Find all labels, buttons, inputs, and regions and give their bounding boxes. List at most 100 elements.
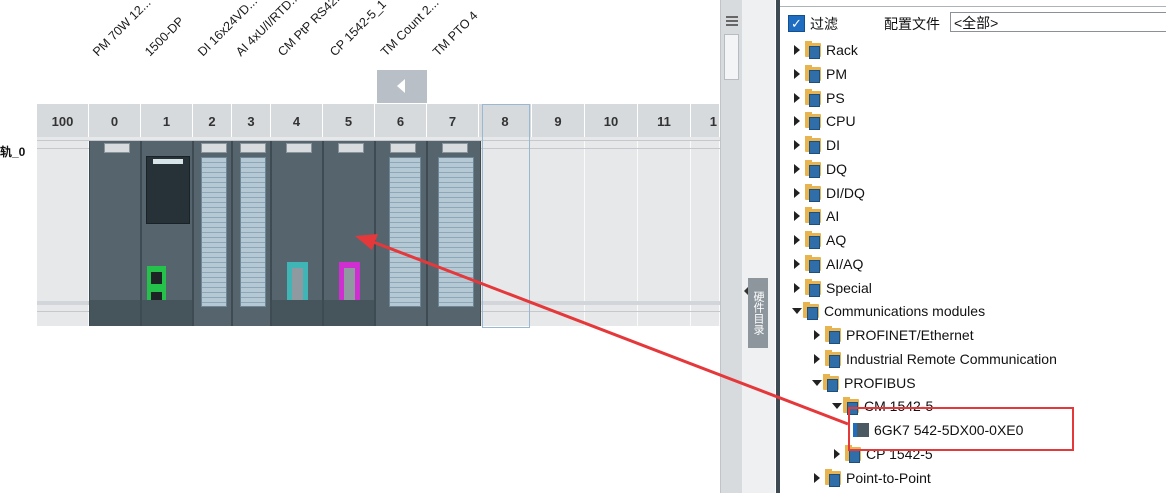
slot-header[interactable]: 100 (37, 104, 89, 137)
slot-header[interactable]: 11 (638, 104, 691, 137)
tree-item-label: PS (826, 90, 845, 106)
expand-arrow-icon[interactable] (794, 140, 800, 150)
slot-header[interactable]: 1 (141, 104, 193, 137)
folder-icon (823, 374, 839, 392)
folder-icon (805, 184, 821, 202)
module-base (324, 300, 374, 326)
device-view: PM 70W 12... 1500-DP DI 16x24VD... AI 4x… (0, 0, 720, 493)
expand-arrow-icon[interactable] (814, 354, 820, 364)
module-pm[interactable] (89, 141, 141, 326)
tree-item-label: Communications modules (824, 303, 986, 319)
empty-slot[interactable] (585, 141, 638, 326)
module-tab (338, 143, 364, 153)
slot-header[interactable]: 9 (532, 104, 585, 137)
folder-icon (805, 255, 821, 273)
module-tm-pto[interactable] (427, 141, 481, 326)
expand-arrow-icon[interactable] (794, 188, 800, 198)
slot-header[interactable]: 0 (89, 104, 141, 137)
expand-arrow-icon[interactable] (814, 473, 820, 483)
terminal-block (201, 157, 227, 307)
tree-item-label: DI (826, 137, 840, 153)
module-label-tm-pto: TM PTO 4 (430, 8, 481, 59)
slot-header[interactable]: 5 (323, 104, 375, 137)
module-tab (442, 143, 468, 153)
expand-arrow-icon[interactable] (794, 45, 800, 55)
expand-arrow-icon[interactable] (794, 164, 800, 174)
module-tab (240, 143, 266, 153)
tree-item-label: AQ (826, 232, 847, 248)
brand-strip (153, 159, 183, 164)
expand-arrow-icon[interactable] (794, 235, 800, 245)
expand-arrow-icon[interactable] (794, 259, 800, 269)
selected-slot-outline[interactable] (482, 104, 530, 328)
tree-item-label: PROFIBUS (844, 375, 916, 391)
module-base (272, 300, 322, 326)
slot-header[interactable]: 10 (585, 104, 638, 137)
tree-item-label: Special (826, 280, 872, 296)
empty-slot[interactable] (638, 141, 691, 326)
module-cp[interactable] (323, 141, 375, 326)
scroll-left-button[interactable] (377, 70, 427, 103)
slot-header[interactable]: 3 (232, 104, 271, 137)
folder-icon (805, 160, 821, 178)
folder-icon (803, 302, 819, 320)
task-card-strip (742, 0, 775, 493)
slot-header[interactable]: 1 (691, 104, 720, 137)
slot-header[interactable]: 6 (375, 104, 427, 137)
module-tab (286, 143, 312, 153)
expand-arrow-icon[interactable] (794, 211, 800, 221)
folder-icon (805, 41, 821, 59)
menu-icon[interactable] (726, 16, 738, 26)
module-tm-count[interactable] (375, 141, 427, 326)
highlight-box (848, 407, 1074, 451)
folder-icon (825, 469, 841, 487)
expand-arrow-icon[interactable] (794, 116, 800, 126)
module-base (142, 300, 192, 326)
folder-icon (825, 326, 841, 344)
tree-item-label: PROFINET/Ethernet (846, 327, 974, 343)
tree-item-label: PM (826, 66, 847, 82)
empty-slot[interactable] (37, 141, 89, 326)
catalog-top-edge (780, 0, 1166, 7)
folder-icon (805, 112, 821, 130)
module-di[interactable] (193, 141, 232, 326)
tree-item-label: AI/AQ (826, 256, 864, 272)
tree-item-label: Industrial Remote Communication (846, 351, 1057, 367)
collapse-arrow-icon[interactable] (792, 308, 802, 314)
empty-slot[interactable] (691, 141, 720, 326)
expand-arrow-icon[interactable] (794, 69, 800, 79)
rail-label: 轨_0 (0, 145, 26, 159)
module-cpu[interactable] (141, 141, 193, 326)
module-tab (390, 143, 416, 153)
module-ai[interactable] (232, 141, 271, 326)
module-base (90, 300, 140, 326)
tree-item-label: Rack (826, 42, 858, 58)
profile-dropdown[interactable]: <全部> (950, 12, 1166, 32)
empty-slot[interactable] (532, 141, 585, 326)
arrow-left-icon (397, 79, 405, 93)
filter-checkbox[interactable]: ✓ (788, 15, 805, 32)
slot-header[interactable]: 2 (193, 104, 232, 137)
splitter-toolbar (720, 0, 743, 493)
collapse-arrow-icon[interactable] (812, 380, 822, 386)
tree-item-label: CPU (826, 113, 856, 129)
tree-item-label: Point-to-Point (846, 470, 931, 486)
slot-header[interactable]: 4 (271, 104, 323, 137)
cpu-display (146, 156, 190, 224)
terminal-block (438, 157, 474, 307)
module-cm-ptp[interactable] (271, 141, 323, 326)
vertical-scrollbar[interactable] (724, 34, 739, 80)
folder-icon (805, 89, 821, 107)
tree-item-label: DI/DQ (826, 185, 865, 201)
expand-arrow-icon[interactable] (794, 93, 800, 103)
profile-label: 配置文件 (884, 16, 940, 32)
module-tab (201, 143, 227, 153)
expand-arrow-icon[interactable] (834, 449, 840, 459)
folder-icon (805, 279, 821, 297)
collapse-arrow-icon[interactable] (832, 403, 842, 409)
expand-arrow-icon[interactable] (794, 283, 800, 293)
expand-arrow-icon[interactable] (814, 330, 820, 340)
folder-icon (805, 231, 821, 249)
slot-header[interactable]: 7 (427, 104, 479, 137)
hardware-catalog-tab[interactable]: 硬件目录 (748, 278, 768, 348)
